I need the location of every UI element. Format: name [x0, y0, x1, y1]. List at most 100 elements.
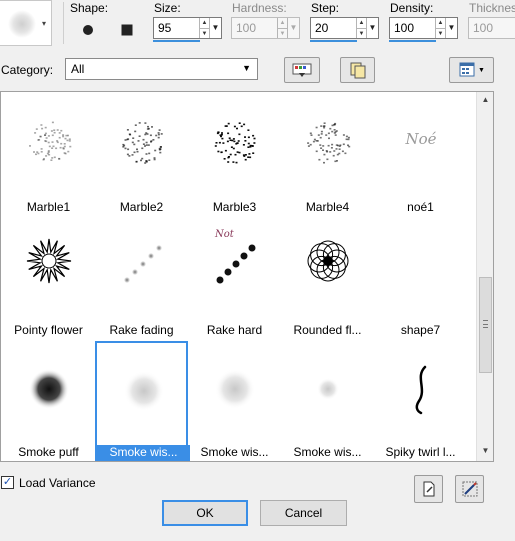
brush-toolbar: ▾ Shape: Size: 95 ▲ ▼ ▼ Hardness: 100 ▲ ▼ … [0, 0, 515, 48]
brush-cell[interactable]: Marble1 [2, 92, 95, 214]
square-shape-button[interactable] [118, 21, 136, 39]
chevron-down-icon[interactable]: ▼ [445, 18, 457, 38]
brush-name: shape7 [400, 323, 441, 337]
brush-cell[interactable]: Spiky twirl l... [374, 341, 467, 461]
chevron-down-icon: ▾ [42, 19, 47, 28]
brush-cell[interactable]: Smoke wis... [188, 341, 281, 461]
ok-button[interactable]: OK [162, 500, 248, 526]
chevron-down-icon[interactable]: ▼ [209, 18, 221, 38]
new-brush-button[interactable] [414, 475, 443, 503]
smoke-icon [8, 341, 89, 437]
load-variance-checkbox[interactable]: ✓ [1, 476, 14, 489]
spin-up-icon[interactable]: ▲ [200, 18, 209, 28]
brush-name: Smoke wis... [293, 445, 362, 459]
brush-preview-icon [8, 10, 36, 38]
spin-down-icon[interactable]: ▼ [200, 28, 209, 39]
spin-down-icon[interactable]: ▼ [278, 28, 287, 39]
brush-name: Smoke wis... [97, 445, 190, 461]
marble-icon [194, 92, 275, 188]
load-variance-label: Load Variance [19, 476, 96, 490]
step-input[interactable]: 20 ▲ ▼ ▼ [310, 17, 379, 39]
step-value: 20 [315, 21, 329, 35]
hardness-input[interactable]: 100 ▲ ▼ ▼ [231, 17, 300, 39]
size-focus-underline [153, 40, 200, 42]
hardness-value: 100 [236, 21, 257, 35]
view-grid-icon [459, 62, 475, 77]
brush-name: Rake fading [109, 323, 174, 337]
spin-down-icon[interactable]: ▼ [436, 28, 445, 39]
brush-cell[interactable]: Smoke wis... [95, 341, 190, 461]
thickness-label: Thicknes [469, 1, 515, 15]
brush-name: Rake hard [206, 323, 263, 337]
brush-preview-dropdown[interactable]: ▾ [0, 0, 52, 46]
round-shape-icon [83, 25, 93, 35]
shape-label: Shape: [70, 1, 109, 15]
chevron-down-icon: ▼ [242, 63, 251, 73]
brush-cell[interactable]: Marble4 [281, 92, 374, 214]
brush-settings-button[interactable] [455, 475, 484, 503]
svg-text:Noé: Noé [404, 130, 436, 148]
brush-name: Smoke puff [18, 445, 79, 459]
density-input[interactable]: 100 ▲ ▼ ▼ [389, 17, 458, 39]
round-shape-button[interactable] [79, 21, 97, 39]
cancel-button[interactable]: Cancel [260, 500, 347, 526]
brush-grid: Marble1 Marble2 Marble3 Marble4 Noé noé1 Point… [0, 91, 494, 462]
spin-up-icon[interactable]: ▲ [278, 18, 287, 28]
twirl-icon [380, 341, 461, 437]
scroll-up-icon[interactable]: ▲ [477, 95, 493, 104]
spin-up-icon[interactable]: ▲ [436, 18, 445, 28]
category-label: Category: [1, 63, 54, 77]
scroll-down-icon[interactable]: ▼ [477, 446, 493, 455]
size-input[interactable]: 95 ▲ ▼ ▼ [153, 17, 222, 39]
brush-cell[interactable]: Noé noé1 [374, 92, 467, 214]
new-document-icon [423, 481, 434, 497]
brush-cell[interactable]: shape7 [374, 215, 467, 337]
marble-icon [101, 92, 182, 188]
chevron-down-icon: ▼ [478, 66, 485, 74]
rounded-flower-icon [287, 215, 368, 311]
spin-up-icon[interactable]: ▲ [357, 18, 366, 28]
brush-cell[interactable]: Rake fading [95, 215, 188, 337]
brush-name: Marble1 [26, 200, 71, 214]
category-value: All [71, 62, 85, 76]
brush-name: Spiky twirl l... [385, 445, 456, 459]
pen-brush-icon [462, 481, 477, 497]
spin-down-icon[interactable]: ▼ [357, 28, 366, 39]
size-value: 95 [158, 21, 172, 35]
chevron-down-icon[interactable]: ▼ [287, 18, 299, 38]
signature-icon: Noé [380, 92, 461, 188]
brush-name: Pointy flower [14, 323, 83, 337]
toolbar-separator [63, 2, 64, 44]
copy-brush-button[interactable] [340, 57, 375, 83]
brush-cell[interactable]: Marble2 [95, 92, 188, 214]
step-focus-underline [310, 40, 357, 42]
brush-cell[interactable]: Not Rake hard [188, 215, 281, 337]
view-options-button[interactable]: ▼ [449, 57, 494, 83]
category-select[interactable]: All ▼ [65, 58, 258, 80]
smoke-icon [103, 343, 184, 439]
svg-text:Not: Not [214, 229, 235, 240]
edit-category-button[interactable] [284, 57, 320, 83]
density-value: 100 [394, 21, 415, 35]
smoke-icon [194, 341, 275, 437]
thickness-value: 100 [473, 21, 494, 35]
chevron-down-icon[interactable]: ▼ [366, 18, 378, 38]
brush-cell[interactable]: Smoke puff [2, 341, 95, 461]
brush-cell[interactable]: Rounded fl... [281, 215, 374, 337]
brush-cell[interactable]: Marble3 [188, 92, 281, 214]
brush-cell[interactable]: Pointy flower [2, 215, 95, 337]
hardness-label: Hardness: [232, 1, 287, 15]
marble-icon [8, 92, 89, 188]
brush-name: noé1 [407, 200, 434, 214]
pointy-flower-icon [8, 215, 89, 311]
thickness-input[interactable]: 100 [468, 17, 515, 39]
rake-icon: Not [194, 215, 275, 311]
scroll-thumb[interactable] [479, 277, 492, 373]
brush-cell[interactable]: Smoke wis... [281, 341, 374, 461]
smoke-icon [287, 341, 368, 437]
density-label: Density: [390, 1, 434, 15]
grid-scrollbar[interactable]: ▲ ▼ [476, 92, 493, 461]
copy-icon [350, 62, 365, 79]
crescent-icon [380, 215, 461, 311]
step-label: Step: [311, 1, 340, 15]
